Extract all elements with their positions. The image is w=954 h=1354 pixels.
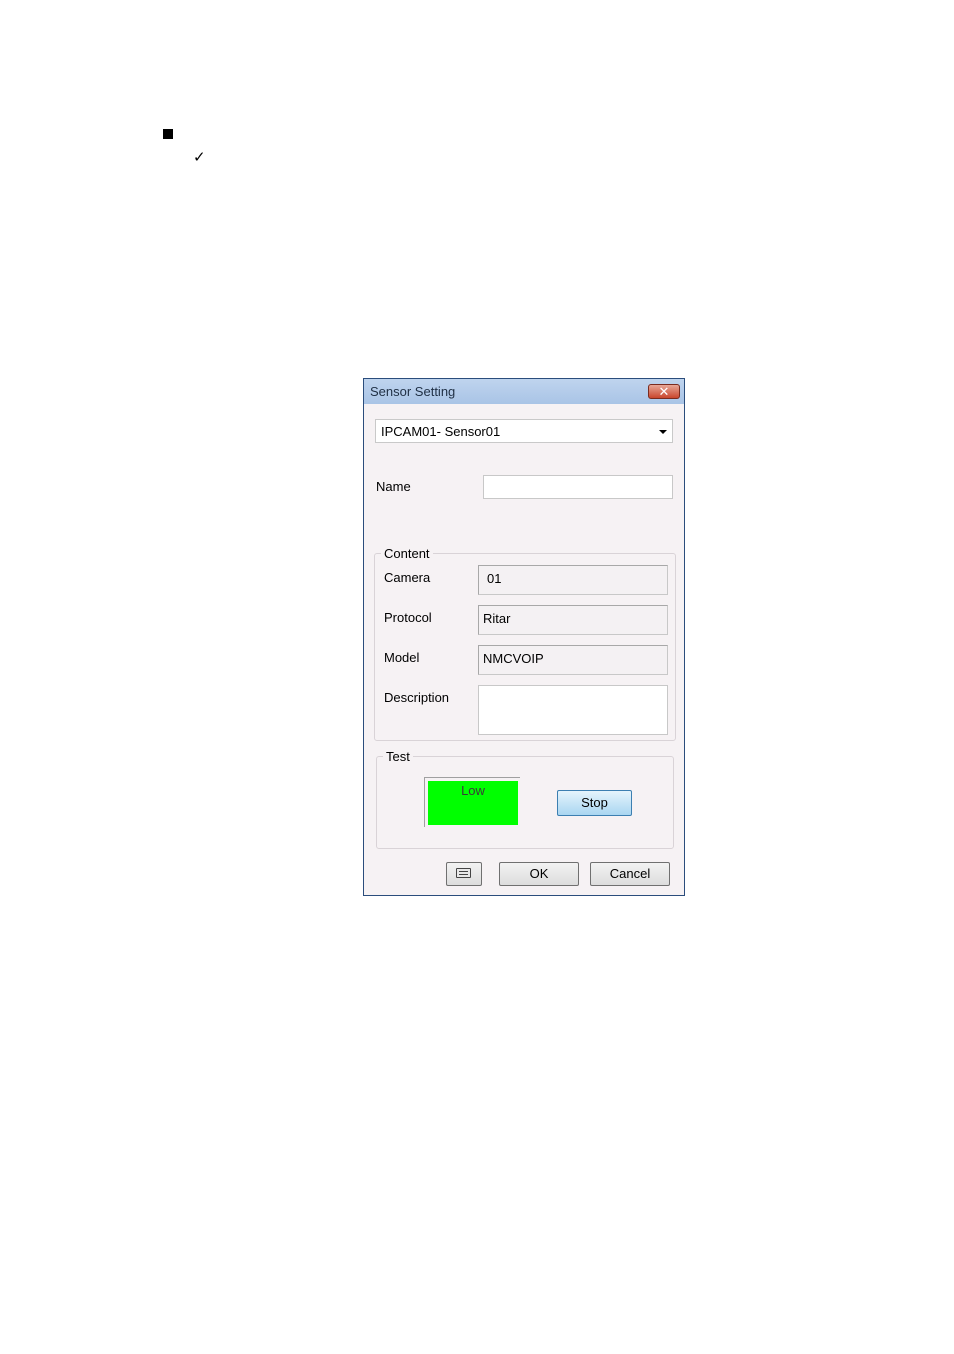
test-group-title: Test [383,749,413,764]
checkmark-bullet-icon: ✓ [193,148,206,166]
description-field[interactable] [478,685,668,735]
model-field[interactable]: NMCVOIP [478,645,668,675]
close-button[interactable]: ✕ [648,384,680,399]
model-label: Model [384,650,420,665]
ok-button[interactable]: OK [499,862,579,886]
dialog-title: Sensor Setting [370,384,456,399]
protocol-value: Ritar [483,611,511,626]
model-value: NMCVOIP [483,651,544,666]
name-label: Name [376,479,411,494]
sensor-select[interactable]: IPCAM01- Sensor01 [375,419,673,443]
camera-value: 01 [487,571,502,586]
sensor-setting-dialog: Sensor Setting ✕ IPCAM01- Sensor01 Name … [363,378,685,896]
chevron-down-icon [659,430,667,434]
sensor-status-text: Low [461,783,485,798]
sensor-select-value: IPCAM01- Sensor01 [381,424,501,439]
stop-button[interactable]: Stop [557,790,632,816]
title-bar[interactable]: Sensor Setting ✕ [364,379,684,404]
keyboard-button[interactable] [446,862,482,886]
description-label: Description [384,690,450,705]
protocol-field[interactable]: Ritar [478,605,668,635]
square-bullet-icon [163,129,173,139]
sensor-status-indicator: Low [428,781,518,825]
close-icon: ✕ [658,384,670,399]
cancel-button[interactable]: Cancel [590,862,670,886]
name-input[interactable] [483,475,673,499]
camera-label: Camera [384,570,431,585]
camera-field[interactable]: 01 [478,565,668,595]
keyboard-icon [456,868,471,878]
content-group-title: Content [381,546,433,561]
protocol-label: Protocol [384,610,432,625]
